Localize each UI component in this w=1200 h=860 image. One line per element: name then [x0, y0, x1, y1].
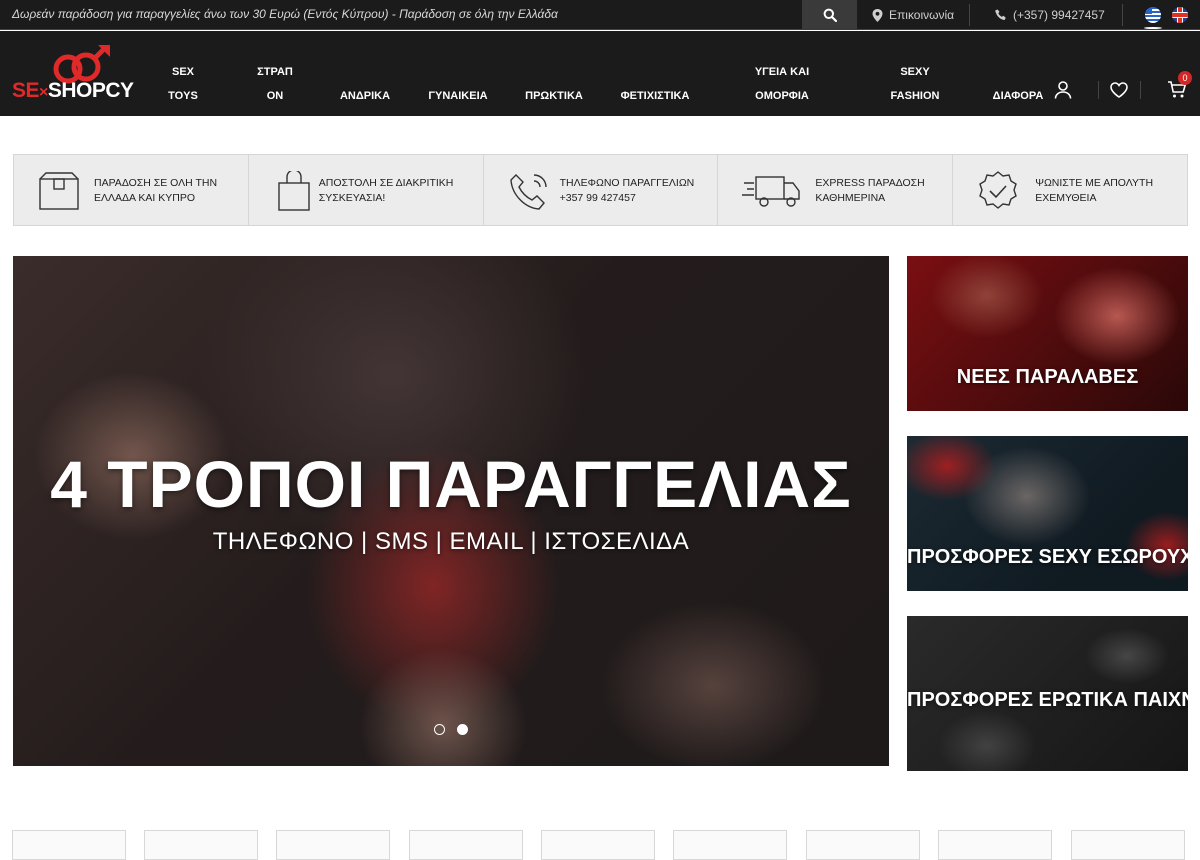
banner-sexy-lingerie-offers[interactable]: ΠΡΟΣΦΟΡΕΣ SEXY ΕΣΩΡΟΥΧΑ	[907, 436, 1188, 591]
feature-line1: ΤΗΛΕΦΩΝΟ ΠΑΡΑΓΓΕΛΙΩΝ	[559, 177, 695, 189]
features-bar: ΠΑΡΑΔΟΣΗ ΣΕ ΟΛΗ ΤΗΝ ΕΛΛΑΔΑ ΚΑΙ ΚΥΠΡΟ ΑΠΟ…	[13, 154, 1188, 226]
category-thumbnail[interactable]	[276, 830, 390, 860]
category-thumbnails	[12, 830, 1188, 860]
banner-label: ΠΡΟΣΦΟΡΕΣ ΕΡΩΤΙΚΑ ΠΑΙΧΝΙΔΙΑ	[907, 689, 1188, 711]
feature-discreet-packaging: ΑΠΟΣΤΟΛΗ ΣΕ ΔΙΑΚΡΙΤΙΚΗ ΣΥΣΚΕΥΑΣΙΑ!	[248, 154, 484, 226]
shopping-bag-icon	[278, 171, 310, 211]
user-icon	[1054, 81, 1072, 99]
search-icon	[823, 8, 837, 22]
wishlist-button[interactable]	[1108, 79, 1130, 101]
top-bar: Δωρεάν παράδοση για παραγγελίες άνω των …	[0, 0, 1200, 30]
nav-item-diafora[interactable]: ΔΙΑΦΟΡΑ	[986, 84, 1050, 108]
phone-icon	[995, 9, 1006, 20]
hero-subtitle: ΤΗΛΕΦΩΝΟ | SMS | EMAIL | ΙΣΤΟΣΕΛΙΔΑ	[212, 528, 690, 555]
banner-new-arrivals[interactable]: ΝΕΕΣ ΠΑΡΑΛΑΒΕΣ	[907, 256, 1188, 411]
divider	[1122, 4, 1123, 26]
nav-item-proktika[interactable]: ΠΡΩΚΤΙΚΑ	[518, 84, 590, 108]
divider	[1140, 81, 1141, 99]
category-thumbnail[interactable]	[409, 830, 523, 860]
divider	[969, 4, 970, 26]
truck-icon	[742, 176, 801, 207]
category-thumbnail[interactable]	[12, 830, 126, 860]
nav-item-fetixistika[interactable]: ΦΕΤΙΧΙΣΤΙΚΑ	[612, 84, 698, 108]
english-flag-icon[interactable]	[1172, 7, 1188, 23]
heart-icon	[1110, 82, 1128, 98]
nav-item-strap-on[interactable]: ΣΤΡΑΠ ON	[250, 60, 300, 108]
feature-line2: ΕΛΛΑΔΑ ΚΑΙ ΚΥΠΡΟ	[94, 192, 195, 204]
main-header: SE×SHOPCY SEX TOYS ΣΤΡΑΠ ON ΑΝΔΡΙΚΑ ΓΥΝΑΙΚ…	[0, 31, 1200, 116]
site-logo[interactable]: SE×SHOPCY	[12, 45, 152, 105]
account-button[interactable]	[1052, 79, 1074, 101]
feature-line2: ΣΥΣΚΕΥΑΣΙΑ!	[318, 192, 386, 204]
category-thumbnail[interactable]	[673, 830, 787, 860]
hero-title: 4 ΤΡΟΠΟΙ ΠΑΡΑΓΓΕΛΙΑΣ	[50, 447, 852, 521]
promo-text: Δωρεάν παράδοση για παραγγελίες άνω των …	[12, 7, 558, 21]
category-thumbnail[interactable]	[1071, 830, 1185, 860]
location-pin-icon	[872, 8, 883, 22]
feature-line2: ΚΑΘΗΜΕΡΙΝΑ	[815, 192, 886, 204]
category-thumbnail[interactable]	[541, 830, 655, 860]
box-icon	[39, 172, 79, 210]
nav-item-ygeia-omorfia[interactable]: ΥΓΕΙΑ ΚΑΙ ΟΜΟΡΦΙΑ	[746, 60, 818, 108]
nav-item-gynaikeia[interactable]: ΓΥΝΑΙΚΕΙΑ	[420, 84, 496, 108]
feature-delivery: ΠΑΡΑΔΟΣΗ ΣΕ ΟΛΗ ΤΗΝ ΕΛΛΑΔΑ ΚΑΙ ΚΥΠΡΟ	[13, 154, 249, 226]
phone-link[interactable]: (+357) 99427457	[995, 8, 1105, 22]
banner-label: ΠΡΟΣΦΟΡΕΣ SEXY ΕΣΩΡΟΥΧΑ	[907, 546, 1188, 568]
feature-line1: ΨΩΝΙΣΤΕ ΜΕ ΑΠΟΛΥΤΗ	[1035, 177, 1154, 189]
active-language-underline	[1144, 27, 1162, 29]
phone-number: (+357) 99427457	[1013, 8, 1105, 22]
banner-erotic-toys-offers[interactable]: ΠΡΟΣΦΟΡΕΣ ΕΡΩΤΙΚΑ ΠΑΙΧΝΙΔΙΑ	[907, 616, 1188, 771]
feature-line1: ΑΠΟΣΤΟΛΗ ΣΕ ΔΙΑΚΡΙΤΙΚΗ	[318, 177, 454, 189]
category-thumbnail[interactable]	[144, 830, 258, 860]
feature-line2: +357 99 427457	[559, 192, 636, 204]
greek-flag-icon[interactable]	[1145, 7, 1161, 23]
category-thumbnail[interactable]	[806, 830, 920, 860]
category-thumbnail[interactable]	[938, 830, 1052, 860]
slider-dot-2[interactable]	[457, 724, 468, 735]
nav-item-sexy-fashion[interactable]: SEXY FASHION	[882, 60, 948, 108]
slider-dot-1[interactable]	[434, 724, 445, 735]
divider	[1098, 81, 1099, 99]
feature-line1: EXPRESS ΠΑΡΑΔΟΣΗ	[815, 177, 925, 189]
badge-check-icon	[979, 171, 1018, 209]
phone-icon	[509, 174, 547, 210]
nav-item-sex-toys[interactable]: SEX TOYS	[160, 60, 206, 108]
hero-slider[interactable]: 4 ΤΡΟΠΟΙ ΠΑΡΑΓΓΕΛΙΑΣ ΤΗΛΕΦΩΝΟ | SMS | EM…	[13, 256, 889, 766]
feature-confidentiality: ΨΩΝΙΣΤΕ ΜΕ ΑΠΟΛΥΤΗ ΕΧΕΜΥΘΕΙΑ	[953, 154, 1188, 226]
feature-line1: ΠΑΡΑΔΟΣΗ ΣΕ ΟΛΗ ΤΗΝ	[94, 177, 218, 189]
logo-wordmark: SE×SHOPCY	[12, 79, 134, 102]
feature-express-delivery: EXPRESS ΠΑΡΑΔΟΣΗ ΚΑΘΗΜΕΡΙΝΑ	[718, 154, 954, 226]
search-button[interactable]	[802, 0, 857, 30]
feature-order-phone: ΤΗΛΕΦΩΝΟ ΠΑΡΑΓΓΕΛΙΩΝ +357 99 427457	[483, 154, 719, 226]
contact-link[interactable]: Επικοινωνία	[872, 8, 954, 22]
banner-label: ΝΕΕΣ ΠΑΡΑΛΑΒΕΣ	[956, 366, 1139, 388]
nav-item-andrika[interactable]: ΑΝΔΡΙΚΑ	[335, 84, 395, 108]
contact-label: Επικοινωνία	[889, 8, 955, 22]
feature-line2: ΕΧΕΜΥΘΕΙΑ	[1035, 192, 1097, 204]
cart-count-badge: 0	[1178, 71, 1192, 85]
